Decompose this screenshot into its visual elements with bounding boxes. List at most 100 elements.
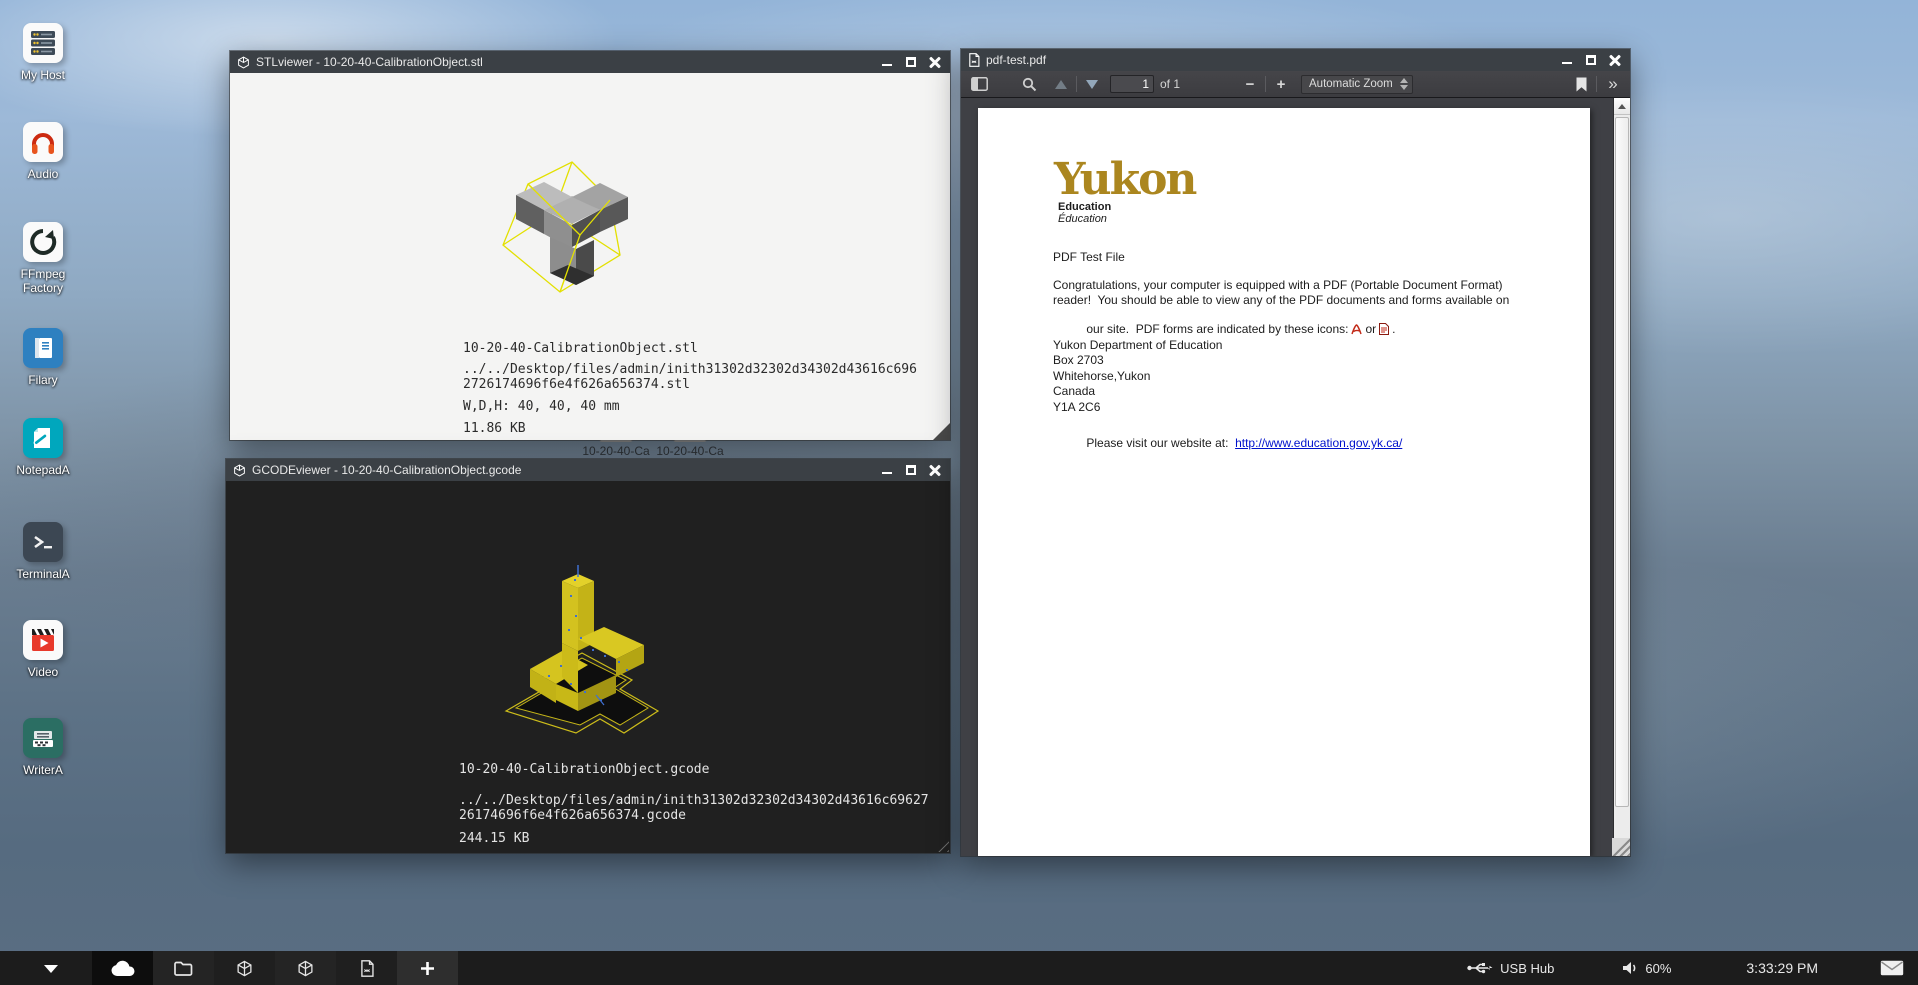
plus-icon [420, 961, 435, 976]
pdf-titlebar[interactable]: pdf-test.pdf [961, 49, 1630, 71]
pdf-page: Yukon Education Éducation PDF Test File … [978, 108, 1590, 856]
next-page-button[interactable] [1080, 74, 1104, 95]
resize-grip[interactable] [933, 836, 949, 852]
minimize-button[interactable] [1561, 54, 1573, 66]
usb-label: USB Hub [1500, 961, 1554, 976]
stl-viewer-window: STLviewer - 10-20-40-CalibrationObject.s… [230, 51, 950, 440]
doc-para-or: or [1365, 322, 1376, 336]
desktop-icon-label: Video [8, 665, 78, 679]
mail-tray-item[interactable] [1880, 960, 1904, 976]
desktop[interactable]: My Host Audio FFmpeg Factory [0, 0, 1918, 985]
cube-icon [297, 960, 314, 977]
pdf-viewer-window: pdf-test.pdf [961, 49, 1630, 856]
taskbar-menu-chevron[interactable] [44, 965, 58, 973]
zoom-level-value: Automatic Zoom [1309, 78, 1393, 90]
gcode-titlebar[interactable]: GCODEviewer - 10-20-40-CalibrationObject… [226, 459, 950, 481]
typewriter-icon [23, 718, 63, 758]
close-button[interactable] [1609, 54, 1621, 66]
page-number-input[interactable] [1110, 75, 1154, 93]
gcode-path-line1: ../../Desktop/files/admin/inith31302d323… [459, 793, 929, 808]
stl-3d-viewport[interactable]: 10-20-40-CalibrationObject.stl ../../Des… [230, 73, 950, 440]
doc-addr-line1: Yukon Department of Education [1053, 338, 1222, 352]
desktop-icon-my-host[interactable]: My Host [8, 23, 78, 82]
stl-filesize: 11.86 KB [463, 421, 526, 436]
gcode-3d-viewport[interactable]: 10-20-40-CalibrationObject.gcode ../../D… [226, 481, 950, 853]
maximize-button[interactable] [1585, 54, 1597, 66]
toolbar-separator [1265, 76, 1266, 92]
doc-addr-line4: Canada [1053, 384, 1095, 398]
toolbar-separator [1076, 76, 1077, 92]
bookmark-button[interactable] [1569, 74, 1593, 95]
taskbar-item-pdf[interactable] [336, 951, 397, 985]
usb-tray-item[interactable]: USB Hub [1467, 961, 1554, 976]
book-icon [23, 328, 63, 368]
vertical-scrollbar[interactable] [1613, 98, 1630, 838]
maximize-button[interactable] [905, 56, 917, 68]
search-icon [1022, 77, 1037, 92]
desktop-icon-audio[interactable]: Audio [8, 122, 78, 181]
desktop-icon-video[interactable]: Video [8, 620, 78, 679]
scrollbar-up-button[interactable] [1614, 98, 1630, 115]
website-link[interactable]: http://www.education.gov.yk.ca/ [1235, 436, 1402, 450]
minimize-button[interactable] [881, 464, 893, 476]
stl-model-render [488, 137, 663, 322]
bookmark-icon [1576, 77, 1587, 92]
zoom-level-select[interactable]: Automatic Zoom [1301, 75, 1413, 94]
close-button[interactable] [929, 56, 941, 68]
envelope-icon [1880, 960, 1904, 976]
pdf-document-icon [360, 960, 374, 977]
taskbar-item-cloud[interactable] [92, 951, 153, 985]
plus-icon: + [1277, 76, 1286, 93]
yukon-logo-word: Yukon [1054, 154, 1195, 205]
more-tools-button[interactable]: » [1600, 74, 1624, 95]
cloud-icon [110, 960, 136, 977]
volume-tray-item[interactable]: 60% [1622, 961, 1671, 976]
desktop-icon-label: TerminalA [8, 567, 78, 581]
zoom-in-button[interactable]: + [1269, 74, 1293, 95]
folder-icon [174, 961, 193, 976]
pdf-content-area[interactable]: Yukon Education Éducation PDF Test File … [961, 98, 1630, 856]
cube-icon [236, 960, 253, 977]
doc-addr-line5: Y1A 2C6 [1053, 400, 1100, 414]
doc-website-label: Please visit our website at: [1086, 436, 1231, 450]
desktop-icon-label: Audio [8, 167, 78, 181]
stl-path-line2: 2726174696f6e4f626a656374.stl [463, 377, 690, 392]
gcode-path-line2: 26174696f6e4f626a656374.gcode [459, 808, 686, 823]
desktop-icon-label: NotepadA [8, 463, 78, 477]
toolbar-separator [1596, 76, 1597, 92]
zoom-out-button[interactable]: − [1238, 74, 1262, 95]
double-chevron-icon: » [1608, 74, 1615, 94]
desktop-icon-notepada[interactable]: NotepadA [8, 418, 78, 477]
new-tab-button[interactable] [397, 951, 458, 985]
minimize-button[interactable] [881, 56, 893, 68]
stl-titlebar[interactable]: STLviewer - 10-20-40-CalibrationObject.s… [230, 51, 950, 73]
taskbar-item-files[interactable] [153, 951, 214, 985]
acrobat-icon [1351, 324, 1362, 338]
desktop-icon-ffmpeg-factory[interactable]: FFmpeg Factory [8, 222, 78, 295]
scrollbar-thumb[interactable] [1615, 117, 1629, 807]
taskbar-item-gcodeviewer[interactable] [275, 951, 336, 985]
speaker-icon [1622, 961, 1638, 975]
desktop-icon-writera[interactable]: WriterA [8, 718, 78, 777]
sidebar-toggle-button[interactable] [967, 74, 991, 95]
previous-page-button[interactable] [1049, 74, 1073, 95]
pdf-document-icon [968, 53, 980, 67]
desktop-icon-terminala[interactable]: TerminalA [8, 522, 78, 581]
resize-grip[interactable] [1612, 838, 1630, 856]
close-button[interactable] [929, 464, 941, 476]
clock-tray-item[interactable]: 3:33:29 PM [1746, 960, 1818, 976]
find-button[interactable] [1017, 74, 1041, 95]
recycle-arrows-icon [23, 222, 63, 262]
window-title: GCODEviewer - 10-20-40-CalibrationObject… [252, 463, 875, 477]
taskbar-item-stlviewer[interactable] [214, 951, 275, 985]
select-arrows-icon [1400, 78, 1408, 90]
logo-education-fr: Éducation [1058, 213, 1195, 225]
doc-para-line3-text: our site. PDF forms are indicated by the… [1086, 322, 1348, 336]
maximize-button[interactable] [905, 464, 917, 476]
doc-addr-line2: Box 2703 [1053, 353, 1104, 367]
desktop-icon-filary[interactable]: Filary [8, 328, 78, 387]
page-count-label: of 1 [1160, 77, 1180, 91]
pdf-toolbar: of 1 − + Automatic Zoom » [961, 71, 1630, 98]
desktop-icon-label: My Host [8, 68, 78, 82]
resize-grip[interactable] [933, 423, 950, 440]
